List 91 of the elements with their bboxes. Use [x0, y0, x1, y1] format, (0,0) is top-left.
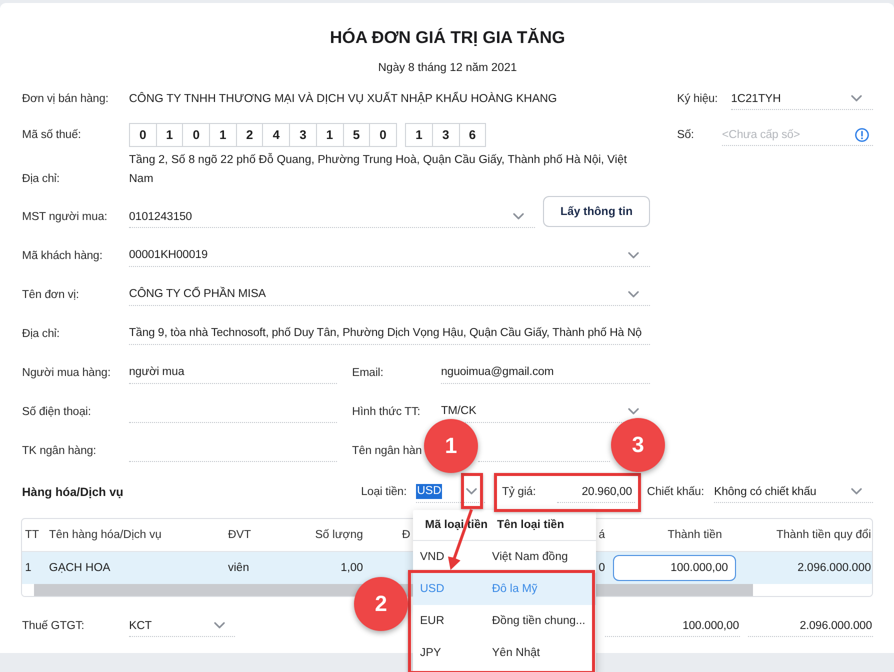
- chevron-down-icon: [513, 213, 524, 220]
- field-label: Số:: [677, 129, 695, 141]
- chevron-down-icon: [628, 252, 639, 258]
- highlight-frame: [461, 473, 483, 509]
- column-header: TT: [25, 529, 40, 541]
- tax-code-digit: 5: [342, 123, 370, 147]
- text-field[interactable]: <Chưa cấp số>: [722, 124, 873, 146]
- currency-name: Việt Nam đồng: [492, 551, 568, 563]
- currency-code: USD: [420, 583, 444, 595]
- table-cell: 2.096.000.000: [797, 562, 871, 574]
- field-label: Ký hiệu:: [677, 93, 719, 105]
- field-label: MST người mua:: [22, 211, 108, 223]
- section-title: Hàng hóa/Dịch vụ: [22, 485, 124, 499]
- field-label: TK ngân hàng:: [22, 444, 98, 456]
- field-label: Người mua hàng:: [22, 366, 112, 378]
- field-label: Tỷ giá:: [502, 486, 537, 498]
- field-label: Mã khách hàng:: [22, 250, 104, 262]
- field-label: Chiết khấu:: [647, 486, 706, 498]
- chevron-down-icon: [214, 622, 225, 629]
- field-label: Loại tiền:: [361, 486, 408, 498]
- table-cell: 0: [598, 562, 605, 574]
- field-label: Đơn vị bán hàng:: [22, 92, 110, 106]
- currency-code: JPY: [420, 647, 442, 659]
- tax-code-digit: 2: [236, 123, 264, 147]
- text-field[interactable]: 2.096.000.000: [748, 615, 873, 637]
- dropdown-field[interactable]: KCT: [129, 615, 235, 637]
- tax-code-digit: 0: [369, 123, 397, 147]
- amount-input[interactable]: 100.000,00: [613, 555, 736, 581]
- text-field[interactable]: nguoimua@gmail.com: [441, 362, 650, 384]
- currency-code: VND: [420, 551, 444, 563]
- column-header: Tên hàng hóa/Dịch vụ: [49, 529, 162, 541]
- field-label: Địa chỉ:: [22, 328, 61, 340]
- invoice-title: HÓA ĐƠN GIÁ TRỊ GIA TĂNG: [330, 27, 566, 49]
- fetch-info-button[interactable]: Lấy thông tin: [543, 196, 650, 227]
- table-cell: 1: [25, 562, 32, 574]
- tax-code-digit: 3: [289, 123, 317, 147]
- text-field[interactable]: Tầng 9, tòa nhà Technosoft, phố Duy Tân, Phường Dịch Vọng Hậu, Quận Cầu Giấy, Thành phố Hà Nộ: [129, 322, 650, 344]
- tax-code-digit: 6: [458, 123, 486, 147]
- column-header: ĐVT: [228, 529, 251, 541]
- column-header: Số lượng: [315, 529, 363, 541]
- menu-option[interactable]: EUR Đồng tiền chung...: [413, 605, 596, 637]
- dropdown-field[interactable]: 1C21TYH: [731, 88, 873, 110]
- column-header: Mã loại tiền: [425, 519, 488, 531]
- chevron-down-icon: [851, 488, 862, 495]
- column-header: Thành tiền quy đổi: [776, 529, 871, 541]
- info-icon: [855, 128, 869, 142]
- dropdown-field[interactable]: CÔNG TY CỔ PHẦN MISA: [129, 284, 650, 306]
- field-label: Email:: [352, 366, 384, 378]
- column-header: á: [598, 529, 605, 541]
- tax-code-digit: 1: [156, 123, 184, 147]
- dropdown-field[interactable]: 0101243150: [129, 206, 535, 228]
- table-cell: viên: [228, 562, 250, 574]
- menu-option[interactable]: VND Việt Nam đồng: [413, 541, 596, 573]
- text-field[interactable]: người mua: [129, 362, 337, 384]
- invoice-date: Ngày 8 tháng 12 năm 2021: [378, 61, 517, 76]
- field-label: Mã số thuế:: [22, 129, 82, 141]
- text-field[interactable]: 20.960,00: [557, 481, 635, 503]
- column-header: Thành tiền: [668, 529, 722, 541]
- tax-code-digit: 1: [405, 123, 433, 147]
- chevron-down-icon: [628, 290, 639, 298]
- field-label: Địa chỉ:: [22, 172, 61, 187]
- field-label: Tên đơn vị:: [22, 288, 80, 300]
- field-label: Số điện thoại:: [22, 406, 92, 418]
- tax-code-digit: 4: [262, 123, 290, 147]
- table-cell: 1,00: [340, 562, 363, 574]
- tax-code-digit: 0: [182, 123, 210, 147]
- column-header: Đ: [402, 529, 410, 541]
- chevron-down-icon: [628, 408, 639, 414]
- menu-option[interactable]: JPY Yên Nhật: [413, 637, 596, 669]
- currency-name: Yên Nhật: [492, 647, 540, 659]
- currency-value: USD: [416, 484, 442, 499]
- tax-code-digit: 3: [432, 123, 460, 147]
- chevron-down-icon: [851, 95, 862, 102]
- dropdown-field[interactable]: Không có chiết khấu: [714, 481, 873, 503]
- currency-dropdown[interactable]: USD: [416, 481, 485, 503]
- chevron-down-icon: [466, 488, 477, 495]
- dropdown-field[interactable]: 00001KH00019: [129, 244, 650, 266]
- column-header: Tên loại tiền: [497, 519, 564, 531]
- seller-name: CÔNG TY TNHH THƯƠNG MẠI VÀ DỊCH VỤ XUẤT NHẬP KHẨU HOÀNG KHANG: [129, 90, 557, 106]
- field-label: Tên ngân hàn: [352, 444, 422, 456]
- field-label: Hình thức TT:: [352, 406, 422, 418]
- table-cell: GẠCH HOA: [49, 562, 110, 574]
- text-field[interactable]: 100.000,00: [605, 615, 740, 637]
- tax-code-digit: 1: [209, 123, 237, 147]
- currency-name: Đô la Mỹ: [492, 583, 538, 595]
- seller-address: Tầng 2, Số 8 ngõ 22 phố Đỗ Quang, Phường Trung Hoà, Quận Cầu Giấy, Thành phố Hà Nội, Việt Nam: [129, 152, 628, 187]
- currency-name: Đồng tiền chung...: [492, 615, 586, 627]
- tax-code-digit: 1: [316, 123, 344, 147]
- currency-code: EUR: [420, 615, 444, 627]
- tax-code-digit: 0: [129, 123, 157, 147]
- field-label: Thuế GTGT:: [22, 620, 86, 632]
